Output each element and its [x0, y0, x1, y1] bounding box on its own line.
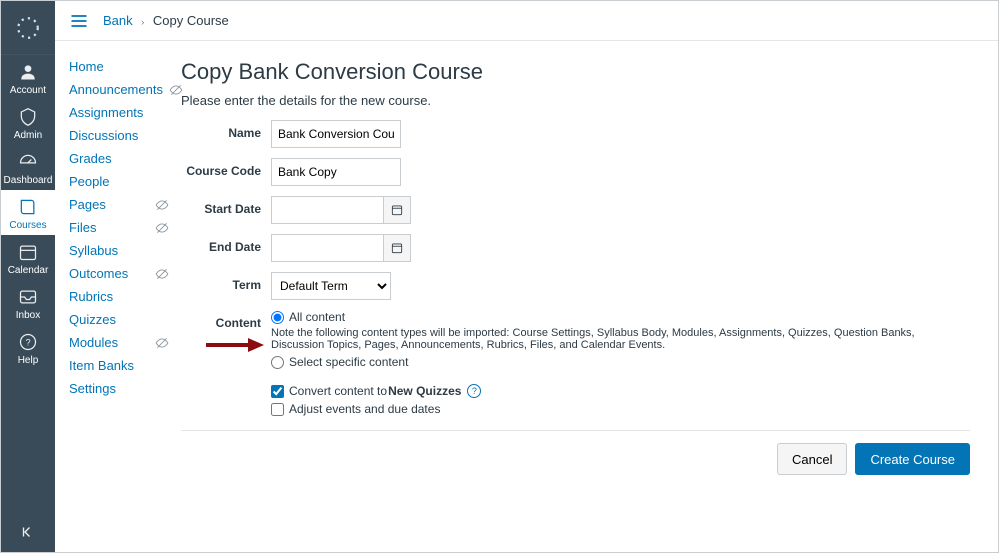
create-course-button[interactable]: Create Course [855, 443, 970, 475]
nav-account[interactable]: Account [1, 55, 55, 100]
course-nav-label: Item Banks [69, 358, 134, 373]
nav-label: Courses [9, 220, 46, 231]
topbar: Bank › Copy Course [55, 1, 998, 41]
nav-calendar[interactable]: Calendar [1, 235, 55, 280]
end-date-picker-button[interactable] [383, 234, 411, 262]
course-nav-item[interactable]: People [69, 170, 169, 193]
course-nav: Home Announcements Assignments Discussions G… [55, 41, 175, 552]
all-content-label: All content [289, 310, 345, 324]
course-code-input[interactable] [271, 158, 401, 186]
global-nav: Account Admin Dashboard Courses Calendar… [1, 1, 55, 552]
course-nav-label: People [69, 174, 109, 189]
start-date-picker-button[interactable] [383, 196, 411, 224]
course-nav-label: Modules [69, 335, 118, 350]
calendar-icon [390, 203, 404, 217]
course-nav-label: Outcomes [69, 266, 128, 281]
nav-inbox[interactable]: Inbox [1, 280, 55, 325]
nav-dashboard[interactable]: Dashboard [1, 145, 55, 190]
convert-new-quizzes-checkbox[interactable] [271, 385, 284, 398]
app-logo[interactable] [1, 1, 55, 55]
term-label: Term [181, 272, 271, 292]
inbox-icon [17, 286, 39, 308]
course-nav-item[interactable]: Outcomes [69, 262, 169, 285]
breadcrumb: Bank › Copy Course [103, 13, 229, 28]
course-nav-item[interactable]: Item Banks [69, 354, 169, 377]
course-nav-item[interactable]: Home [69, 55, 169, 78]
course-nav-item[interactable]: Discussions [69, 124, 169, 147]
calendar-icon [390, 241, 404, 255]
course-nav-item[interactable]: Settings [69, 377, 169, 400]
course-nav-item[interactable]: Quizzes [69, 308, 169, 331]
course-nav-label: Discussions [69, 128, 138, 143]
course-nav-item[interactable]: Pages [69, 193, 169, 216]
footer-bar: Cancel Create Course [181, 430, 970, 487]
course-nav-item[interactable]: Assignments [69, 101, 169, 124]
nav-label: Help [18, 355, 39, 366]
hidden-icon [155, 267, 169, 281]
nav-label: Admin [14, 130, 42, 141]
hidden-icon [155, 221, 169, 235]
nav-help[interactable]: ? Help [1, 325, 55, 370]
nav-courses[interactable]: Courses [1, 190, 55, 235]
course-nav-item[interactable]: Rubrics [69, 285, 169, 308]
name-label: Name [181, 120, 271, 140]
start-date-label: Start Date [181, 196, 271, 216]
help-icon: ? [17, 331, 39, 353]
course-nav-item[interactable]: Grades [69, 147, 169, 170]
help-icon[interactable]: ? [467, 384, 481, 398]
content-label: Content [181, 310, 271, 330]
course-nav-label: Syllabus [69, 243, 118, 258]
start-date-input[interactable] [271, 196, 383, 224]
convert-label-bold: New Quizzes [388, 384, 461, 398]
hamburger-icon[interactable] [67, 9, 91, 33]
admin-icon [17, 106, 39, 128]
nav-label: Account [10, 85, 46, 96]
hidden-icon [155, 336, 169, 350]
breadcrumb-root[interactable]: Bank [103, 13, 133, 28]
adjust-dates-checkbox[interactable] [271, 403, 284, 416]
dashboard-icon [17, 151, 39, 173]
course-nav-item[interactable]: Announcements [69, 78, 169, 101]
cancel-button[interactable]: Cancel [777, 443, 847, 475]
course-nav-label: Announcements [69, 82, 163, 97]
svg-text:?: ? [25, 337, 30, 347]
select-specific-label: Select specific content [289, 355, 408, 369]
nav-label: Calendar [8, 265, 49, 276]
term-select[interactable]: Default Term [271, 272, 391, 300]
adjust-dates-label: Adjust events and due dates [289, 402, 440, 416]
nav-label: Dashboard [4, 175, 53, 186]
course-nav-label: Assignments [69, 105, 143, 120]
course-nav-item[interactable]: Syllabus [69, 239, 169, 262]
content-note: Note the following content types will be… [271, 327, 970, 351]
page-title: Copy Bank Conversion Course [181, 59, 970, 85]
name-input[interactable] [271, 120, 401, 148]
calendar-icon [17, 241, 39, 263]
course-nav-item[interactable]: Files [69, 216, 169, 239]
annotation-arrow-icon [204, 336, 264, 354]
course-nav-label: Rubrics [69, 289, 113, 304]
courses-icon [17, 196, 39, 218]
end-date-label: End Date [181, 234, 271, 254]
main-content: Copy Bank Conversion Course Please enter… [175, 41, 998, 552]
nav-label: Inbox [16, 310, 40, 321]
hidden-icon [155, 198, 169, 212]
course-nav-label: Home [69, 59, 104, 74]
breadcrumb-current: Copy Course [153, 13, 229, 28]
course-nav-label: Quizzes [69, 312, 116, 327]
page-subtitle: Please enter the details for the new cou… [181, 93, 970, 108]
collapse-nav-button[interactable] [1, 512, 55, 552]
breadcrumb-separator-icon: › [141, 17, 144, 27]
convert-label-prefix: Convert content to [289, 384, 387, 398]
end-date-input[interactable] [271, 234, 383, 262]
course-code-label: Course Code [181, 158, 271, 178]
all-content-radio[interactable] [271, 311, 284, 324]
course-nav-label: Settings [69, 381, 116, 396]
course-nav-item[interactable]: Modules [69, 331, 169, 354]
account-icon [17, 61, 39, 83]
course-nav-label: Grades [69, 151, 112, 166]
select-specific-radio[interactable] [271, 356, 284, 369]
course-nav-label: Pages [69, 197, 106, 212]
nav-admin[interactable]: Admin [1, 100, 55, 145]
course-nav-label: Files [69, 220, 96, 235]
